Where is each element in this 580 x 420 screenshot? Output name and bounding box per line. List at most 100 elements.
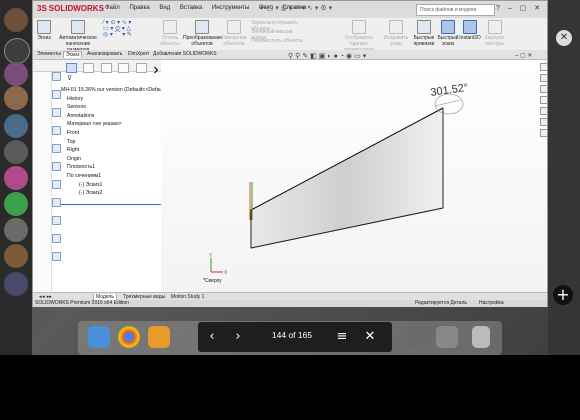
chevron-left-icon[interactable]: ‹ [202,327,222,347]
home-icon[interactable] [540,63,548,71]
config-tab-icon[interactable] [100,63,112,73]
shaded-contours-icon [488,20,502,34]
add-button[interactable]: + [553,285,573,305]
feature-tree-tab-icon[interactable] [66,63,77,73]
avatar[interactable] [4,8,28,32]
trash-icon[interactable] [472,326,490,348]
offset-icon [227,20,241,34]
property-tab-icon[interactable] [83,63,95,73]
close-icon[interactable]: ✕ [360,327,380,347]
resources-icon[interactable] [540,74,548,82]
quick-snaps-button[interactable]: Быстрые привязки [411,20,437,47]
tree-item-sensors[interactable]: Sensors [61,103,161,112]
pin-icon[interactable]: ✦ ▢ ▾ ⎙ ▾ ↶ ▾ ↖ ▾ ⚙ ▾ [259,4,332,13]
participants-strip [0,0,32,355]
convert-entities-button[interactable]: Преобразование объектов [183,20,222,47]
app-icon[interactable] [408,326,430,348]
restore-icon[interactable]: ▢ [520,5,527,12]
finder-icon[interactable] [88,326,110,348]
graphics-area[interactable]: 301.52° X Y *Сверху [161,60,547,292]
chrome-icon[interactable] [118,326,140,348]
dimxpert-tab-icon[interactable] [118,63,130,73]
repair-sketch-button[interactable]: Исправить эскиз [383,20,409,47]
minimize-icon[interactable]: – [508,5,512,12]
custom-properties-icon[interactable] [540,129,548,137]
avatar[interactable] [4,272,28,296]
loft-body[interactable] [250,107,444,249]
instant2d-icon [463,20,477,34]
avatar[interactable] [4,62,28,86]
sketch-icon [37,20,51,34]
avatar[interactable] [4,140,28,164]
filter-icon[interactable]: ⊽ [67,74,72,82]
offset-entities-button[interactable]: Смещение объектов [221,20,247,47]
tab-evaluate[interactable]: Анализировать [85,51,124,57]
move-entities-button[interactable]: Переместить объекты [251,38,309,44]
heads-up-view-toolbar[interactable]: ⚲⚲✎◧▣◐●◔◉▭▾ [288,52,368,60]
menu-file[interactable]: Файл [105,5,120,11]
status-product: SOLIDWORKS Premium 2016 x64 Edition [35,300,129,306]
help-icon[interactable]: ? [496,5,500,12]
tab-features[interactable]: Элементы [35,51,63,57]
plane-icon [52,180,61,189]
app-icon[interactable] [436,326,458,348]
menu-tools[interactable]: Инструменты [212,5,249,11]
menu-insert[interactable]: Вставка [180,5,202,11]
tree-item-loft1[interactable]: По сечениям1 [61,172,161,181]
title-bar: 3S SOLIDWORKS Файл Правка Вид Вставка Инс… [33,1,547,19]
avatar[interactable] [4,244,28,268]
rollback-bar[interactable] [61,204,161,205]
trim-button[interactable]: Отсечь объекты [157,20,183,47]
search-input[interactable]: Поиск файлов и модели [416,4,495,16]
angle-dimension[interactable]: 301.52° [430,82,469,99]
rapid-sketch-button[interactable]: Быстрый эскиз [437,20,459,47]
tab-addins[interactable]: Добавления SOLIDWORKS [151,51,219,57]
feature-manager-panel: › ⊽ МН-01 15.26% our version (Default<<D… [33,60,168,292]
part-icon [52,72,61,81]
avatar[interactable] [4,218,28,242]
sketch-button[interactable]: Эскиз [35,20,53,41]
tab-dimxpert[interactable]: DimXpert [126,51,151,57]
letterbox [0,355,580,420]
close-icon[interactable]: ✕ [556,30,572,46]
sketch-tools-icons[interactable]: ⁄ ▾ ⊙ ▾ ∿ ▾ ▭ ▾ ⊙ ▾ △ ◎ ▾ ⌒ ▾ ✎ [103,20,153,38]
tree-item-sketch1[interactable]: (-) Эскиз1 [61,181,161,190]
shaded-contours-button[interactable]: Заштрих. контуры [483,20,507,47]
tree-item-sketch2[interactable]: (-) Эскиз2 [61,189,161,198]
display-relations-button[interactable]: Отобразить/Удалить взаимосвязи [337,20,381,53]
display-tab-icon[interactable] [135,63,147,73]
avatar[interactable] [4,192,28,216]
tab-sketch[interactable]: Эскиз [63,51,83,58]
menu-view[interactable]: Вид [159,5,170,11]
tree-item-material[interactable]: Материал <не указан> [61,120,161,129]
tree-item-right[interactable]: Right [61,146,161,155]
tree-item-front[interactable]: Front [61,129,161,138]
document-window-controls[interactable]: – ▢ ✕ [515,52,532,59]
view-palette-icon[interactable] [540,107,548,115]
tree-root[interactable]: МН-01 15.26% our version (Default<<Defau… [61,86,168,95]
more-tabs-icon[interactable]: › [153,61,158,78]
solidworks-logo[interactable]: 3S SOLIDWORKS [37,4,104,13]
design-library-icon[interactable] [540,85,548,93]
solidworks-window: 3S SOLIDWORKS Файл Правка Вид Вставка Инс… [32,0,548,307]
sublime-icon[interactable] [148,326,170,348]
tree-item-origin[interactable]: Origin [61,155,161,164]
avatar[interactable] [4,86,28,110]
tree-item-top[interactable]: Top [61,138,161,147]
status-units[interactable]: Настройка [479,300,504,307]
tree-item-plane1[interactable]: Плоскость1 [61,163,161,172]
instant2d-button[interactable]: Instant2D [459,20,481,41]
smart-dimension-button[interactable]: Автоматическое нанесение размеров [55,20,101,53]
tree-item-history[interactable]: History [61,95,161,104]
tree-item-annotations[interactable]: Annotations [61,112,161,121]
feature-tree: МН-01 15.26% our version (Default<<Defau… [61,86,168,198]
file-explorer-icon[interactable] [540,96,548,104]
menu-icon[interactable]: ≡ [332,327,352,347]
close-icon[interactable]: ✕ [534,5,540,12]
menu-edit[interactable]: Правка [129,5,149,11]
chevron-right-icon[interactable]: › [228,327,248,347]
appearances-icon[interactable] [540,118,548,126]
avatar[interactable] [4,38,30,64]
avatar[interactable] [4,114,28,138]
avatar[interactable] [4,166,28,190]
